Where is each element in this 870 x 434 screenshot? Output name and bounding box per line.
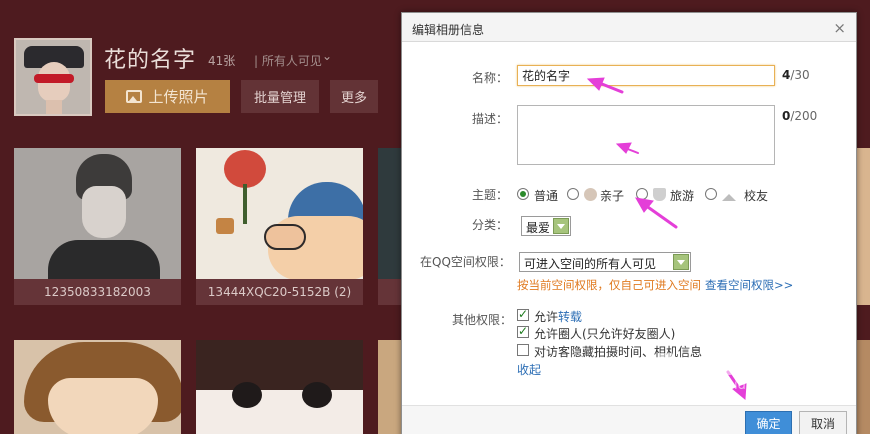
annotation-arrow-description	[615, 142, 639, 154]
annotation-arrow-name	[586, 77, 624, 94]
annotation-arrow-theme	[635, 197, 678, 229]
baidu-watermark-url: jingyan.baidu.com	[666, 378, 786, 393]
